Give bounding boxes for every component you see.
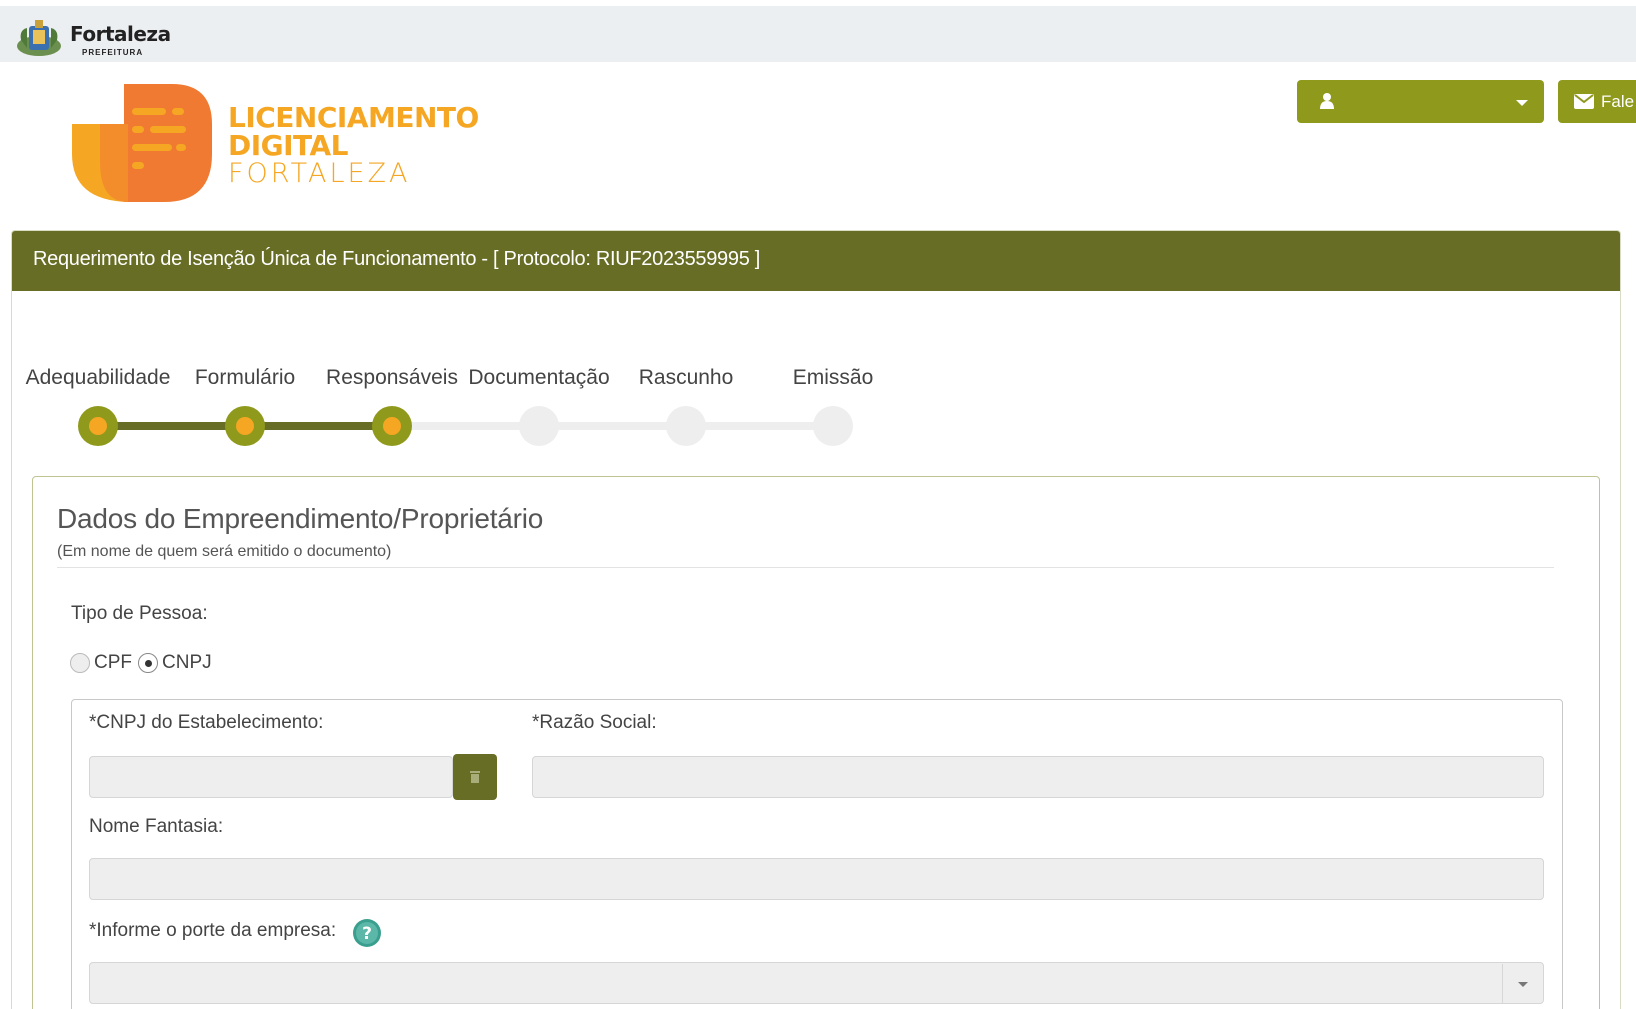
person-type-label: Tipo de Pessoa: [71,603,208,624]
user-menu-button[interactable] [1297,80,1544,123]
svg-text:?: ? [362,924,372,944]
step-label-rascunho[interactable]: Rascunho [639,366,734,390]
step-dot-formulario[interactable] [225,406,265,446]
cnpj-input[interactable] [89,756,453,798]
divider [57,567,1554,568]
owner-data-card: Dados do Empreendimento/Proprietário (Em… [32,476,1600,1009]
nome-fantasia-input[interactable] [89,858,1544,900]
card-title: Dados do Empreendimento/Proprietário [57,503,544,534]
cpf-radio-label[interactable]: CPF [94,652,132,674]
brand-name: Fortaleza [70,22,171,46]
city-crest-icon [17,20,61,56]
step-dot-adequabilidade[interactable] [78,406,118,446]
logo-text: LICENCIAMENTO DIGITAL FORTALEZA [228,104,479,188]
panel-title: Requerimento de Isenção Única de Funcion… [33,248,761,270]
user-icon [1320,93,1334,109]
step-label-formulario[interactable]: Formulário [195,366,295,390]
chevron-down-icon[interactable] [1502,964,1542,1004]
licenciamento-logo-icon [72,84,212,202]
step-dot-emissao[interactable] [813,406,853,446]
cpf-radio[interactable] [70,653,90,673]
cnpj-label: *CNPJ do Estabelecimento: [89,712,324,733]
contact-label: Fale [1601,91,1635,111]
step-dot-rascunho[interactable] [666,406,706,446]
cnpj-radio-label[interactable]: CNPJ [162,652,212,674]
step-dot-responsaveis[interactable] [372,406,412,446]
step-label-emissao[interactable]: Emissão [793,366,874,390]
top-bar: Fortaleza PREFEITURA [0,6,1636,62]
envelope-icon [1574,93,1594,109]
step-dot-documentacao[interactable] [519,406,559,446]
panel-header: Requerimento de Isenção Única de Funcion… [12,231,1620,291]
step-label-documentacao[interactable]: Documentação [468,366,609,390]
person-type-radio-group: CPF CNPJ [70,652,218,674]
logo-line-1: LICENCIAMENTO [228,101,479,134]
brand-subtitle: PREFEITURA [82,48,144,57]
trash-icon [470,771,480,783]
step-label-responsaveis[interactable]: Responsáveis [326,366,458,390]
clear-cnpj-button[interactable] [453,754,497,800]
step-label-adequabilidade[interactable]: Adequabilidade [26,366,171,390]
razao-social-label: *Razão Social: [532,712,657,733]
cnpj-radio[interactable] [138,653,158,673]
logo-line-2: DIGITAL [228,129,348,162]
nome-fantasia-label: Nome Fantasia: [89,816,224,837]
chevron-down-icon [1516,100,1528,106]
razao-social-input[interactable] [532,756,1544,798]
help-icon[interactable]: ? [352,918,382,948]
porte-label: *Informe o porte da empresa: [89,920,337,941]
company-fields-box: *CNPJ do Estabelecimento: *Razão Social:… [71,699,1563,1009]
card-subtitle: (Em nome de quem será emitido o document… [57,543,392,560]
contact-button[interactable]: Fale [1558,80,1636,123]
porte-select[interactable] [89,962,1544,1004]
logo-line-3: FORTALEZA [228,158,411,189]
progress-line-pending [392,422,833,430]
